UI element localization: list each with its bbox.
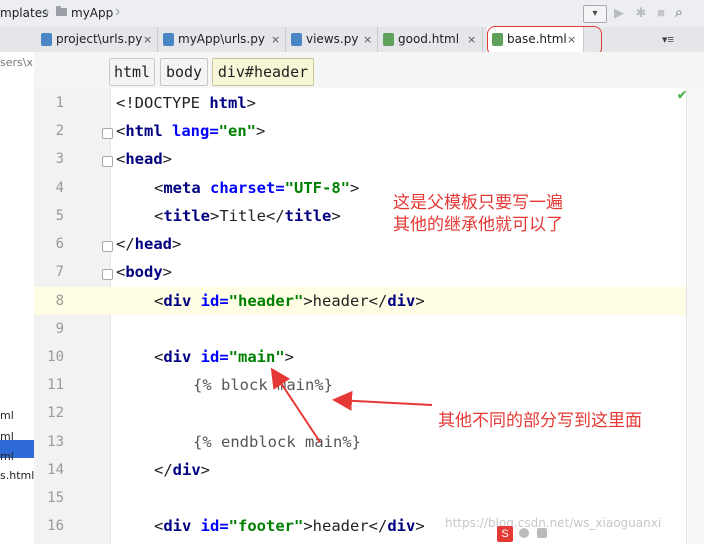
ime-logo-icon: S [497, 526, 513, 542]
annotation-arrows [270, 367, 433, 443]
input-method-tray: S [497, 526, 617, 542]
tray-icon [519, 528, 529, 538]
arrow-to-main-div [270, 367, 321, 443]
tray-icon [537, 528, 547, 538]
arrow-to-block [332, 390, 433, 411]
